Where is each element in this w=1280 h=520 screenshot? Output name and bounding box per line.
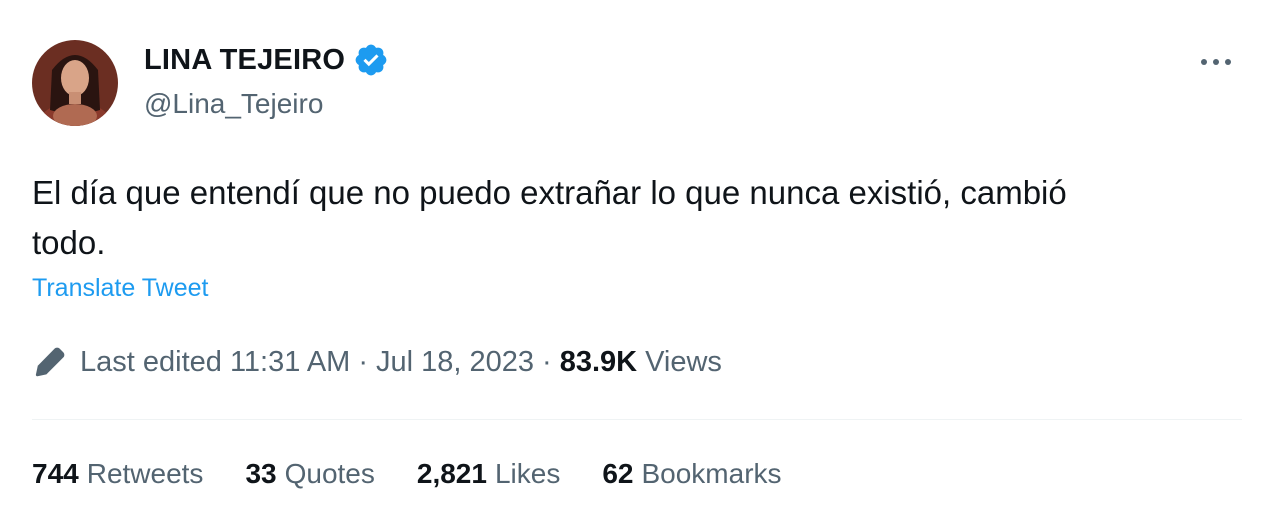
translate-tweet-link[interactable]: Translate Tweet — [32, 274, 208, 303]
meta-separator: · — [358, 345, 369, 378]
more-options-icon — [1201, 59, 1231, 65]
avatar-image — [32, 40, 118, 126]
retweets-label: Retweets — [86, 458, 204, 489]
views-count: 83.9K — [559, 345, 638, 378]
author-display-name[interactable]: LINA TEJEIRO — [144, 44, 345, 77]
retweets-count: 744 — [32, 458, 79, 489]
author-name-row: LINA TEJEIRO — [144, 42, 389, 78]
likes-label: Likes — [494, 458, 561, 489]
quotes-stat[interactable]: 33 Quotes — [245, 458, 374, 490]
edited-label: Last edited — [80, 345, 222, 378]
more-options-button[interactable] — [1192, 44, 1240, 80]
edit-pencil-icon — [32, 344, 68, 380]
likes-count: 2,821 — [416, 458, 487, 489]
divider — [32, 419, 1242, 420]
last-edited-link[interactable]: Last edited 11:31 AM — [80, 346, 350, 379]
author-handle[interactable]: @Lina_Tejeiro — [144, 88, 323, 120]
likes-stat[interactable]: 2,821 Likes — [417, 458, 560, 490]
avatar[interactable] — [32, 40, 118, 126]
tweet-meta: Last edited 11:31 AM · Jul 18, 2023 · 83… — [32, 344, 722, 380]
engagement-stats: 744 Retweets 33 Quotes 2,821 Likes 62 Bookma… — [32, 458, 824, 490]
views-label: Views — [645, 345, 722, 378]
quotes-label: Quotes — [284, 458, 375, 489]
meta-separator: · — [542, 345, 552, 378]
quotes-count: 33 — [245, 458, 277, 489]
bookmarks-label: Bookmarks — [641, 458, 782, 489]
tweet-time: 11:31 AM — [229, 345, 351, 378]
tweet-text: El día que entendí que no puedo extrañar… — [32, 174, 1067, 261]
tweet-date[interactable]: Jul 18, 2023 — [376, 346, 534, 379]
verified-badge-icon — [353, 42, 389, 78]
tweet-card: LINA TEJEIRO @Lina_Tejeiro El día que en… — [0, 0, 1280, 520]
bookmarks-count: 62 — [602, 458, 634, 489]
bookmarks-stat[interactable]: 62 Bookmarks — [602, 458, 781, 490]
retweets-stat[interactable]: 744 Retweets — [32, 458, 203, 490]
